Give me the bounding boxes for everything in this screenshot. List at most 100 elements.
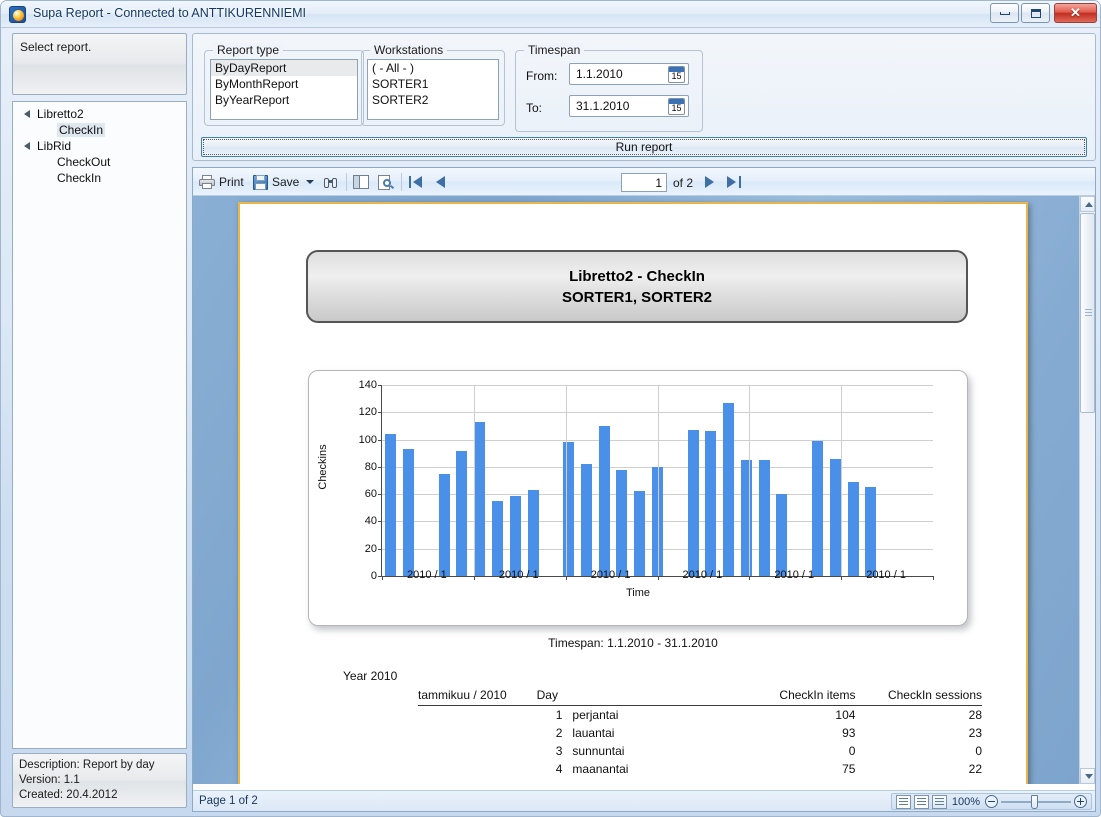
vertical-scrollbar-thumb[interactable]	[1080, 213, 1095, 413]
tree-item-libretto2-checkin[interactable]: CheckIn	[13, 122, 186, 138]
close-icon: ✕	[1055, 4, 1096, 22]
chart-container: Checkins 020406080100120140 Time 2010 / …	[308, 370, 968, 626]
floppy-disk-icon	[253, 175, 268, 190]
save-dropdown-button[interactable]	[306, 172, 314, 192]
table-header-row: tammikuu / 2010 Day CheckIn items CheckI…	[418, 686, 982, 706]
viewer-status-bar: Page 1 of 2 100%	[193, 790, 1095, 811]
report-type-title: Report type	[213, 43, 283, 57]
cell-checkin-items: 75	[728, 760, 856, 778]
chart-y-tick-label: 40	[365, 515, 377, 527]
cell-checkin-items: 104	[728, 706, 856, 725]
chart-bar	[385, 434, 396, 576]
report-tree[interactable]: Libretto2 CheckIn LibRid CheckOut CheckI…	[12, 101, 187, 749]
page-setup-button[interactable]	[378, 172, 398, 192]
expander-triangle-icon[interactable]	[24, 110, 30, 118]
last-page-button[interactable]	[726, 174, 742, 190]
workstation-option-sorter1[interactable]: SORTER1	[368, 76, 498, 92]
expander-triangle-icon[interactable]	[24, 142, 30, 150]
report-type-option-byday[interactable]: ByDayReport	[211, 60, 357, 76]
column-header-dayname	[572, 686, 727, 706]
report-toolbar: Print Save	[193, 168, 1095, 196]
cell-day-name: sunnuntai	[572, 742, 727, 760]
report-title-line2: SORTER1, SORTER2	[562, 287, 712, 308]
table-row: 2lauantai9323	[418, 724, 982, 742]
toolbar-separator	[346, 173, 347, 191]
print-label: Print	[219, 175, 244, 189]
save-button[interactable]: Save	[253, 172, 299, 192]
first-page-button[interactable]	[408, 174, 424, 190]
chart-y-tick-label: 60	[365, 488, 377, 500]
column-header-month: tammikuu / 2010	[418, 686, 537, 706]
close-button[interactable]: ✕	[1054, 3, 1097, 23]
to-date-input[interactable]: 31.1.2010 15	[569, 95, 689, 117]
workstations-listbox[interactable]: ( - All - ) SORTER1 SORTER2	[367, 59, 499, 120]
column-header-day: Day	[537, 686, 573, 706]
chevron-up-icon	[1085, 202, 1093, 207]
chart-gridline	[658, 385, 659, 576]
calendar-icon[interactable]: 15	[668, 98, 685, 115]
next-page-button[interactable]	[701, 174, 717, 190]
chart-x-tick-label: 2010 / 1	[683, 569, 723, 581]
select-report-label: Select report.	[20, 40, 91, 54]
view-continuous-button[interactable]	[932, 795, 947, 809]
tree-item-librid-checkout[interactable]: CheckOut	[13, 154, 186, 170]
vertical-scrollbar[interactable]	[1079, 196, 1095, 784]
previous-page-button[interactable]	[433, 174, 449, 190]
report-timespan-line: Timespan: 1.1.2010 - 31.1.2010	[240, 636, 1026, 650]
column-header-checkin-items: CheckIn items	[728, 686, 856, 706]
view-two-page-button[interactable]	[914, 795, 929, 809]
view-single-page-button[interactable]	[896, 795, 911, 809]
scroll-up-button[interactable]	[1080, 196, 1095, 212]
report-type-listbox[interactable]: ByDayReport ByMonthReport ByYearReport	[210, 59, 358, 120]
cell-day-number: 1	[537, 706, 573, 725]
chart-y-tick-mark	[378, 549, 382, 550]
zoom-in-button[interactable]	[1074, 795, 1087, 808]
workstation-option-sorter2[interactable]: SORTER2	[368, 92, 498, 108]
chart-bar	[403, 449, 414, 576]
chart-y-tick-mark	[378, 467, 382, 468]
workstation-option-all[interactable]: ( - All - )	[368, 60, 498, 76]
chevron-down-icon	[306, 180, 314, 184]
page-magnifier-icon	[378, 175, 394, 190]
page-number-input[interactable]: 1	[621, 173, 667, 192]
run-report-button[interactable]: Run report	[201, 137, 1087, 157]
chart-x-tick-mark	[933, 576, 934, 580]
report-viewer: Print Save	[192, 167, 1096, 812]
chart-x-tick-label: 2010 / 1	[407, 569, 447, 581]
chart-bar	[616, 470, 627, 576]
calendar-icon[interactable]: 15	[668, 66, 685, 83]
zoom-out-button[interactable]	[985, 795, 998, 808]
toolbar-separator	[401, 173, 402, 191]
chart-x-axis-label: Time	[309, 587, 967, 599]
chart-x-tick-label: 2010 / 1	[774, 569, 814, 581]
chart-y-tick-mark	[378, 440, 382, 441]
chart-bar	[599, 426, 610, 576]
chart-bar	[776, 494, 787, 576]
chart-y-tick-mark	[378, 412, 382, 413]
chart-x-tick-label: 2010 / 1	[866, 569, 906, 581]
scroll-down-button[interactable]	[1080, 768, 1095, 784]
toggle-parameters-panel-button[interactable]	[353, 172, 373, 192]
chart-gridline	[474, 385, 475, 576]
from-date-input[interactable]: 1.1.2010 15	[569, 63, 689, 85]
chart-bar	[581, 464, 592, 576]
report-type-option-bymonth[interactable]: ByMonthReport	[211, 76, 357, 92]
print-button[interactable]: Print	[199, 172, 244, 192]
zoom-slider[interactable]	[1001, 801, 1071, 803]
tree-item-librid[interactable]: LibRid	[13, 138, 186, 154]
version-line: Version: 1.1	[19, 773, 180, 788]
page-status-label: Page 1 of 2	[199, 795, 258, 807]
tree-item-libretto2[interactable]: Libretto2	[13, 106, 186, 122]
report-type-option-byyear[interactable]: ByYearReport	[211, 92, 357, 108]
maximize-button[interactable]	[1021, 3, 1050, 23]
cell-checkin-sessions: 22	[855, 760, 982, 778]
chart-bar	[510, 496, 521, 576]
chevron-down-icon	[1085, 774, 1093, 779]
find-button[interactable]	[323, 172, 343, 192]
report-page: Libretto2 - CheckIn SORTER1, SORTER2 Che…	[238, 202, 1028, 784]
chart-bar	[688, 430, 699, 576]
tree-item-librid-checkin[interactable]: CheckIn	[13, 170, 186, 186]
minimize-button[interactable]	[990, 3, 1019, 23]
zoom-controls: 100%	[891, 793, 1092, 810]
zoom-slider-thumb[interactable]	[1031, 795, 1038, 809]
